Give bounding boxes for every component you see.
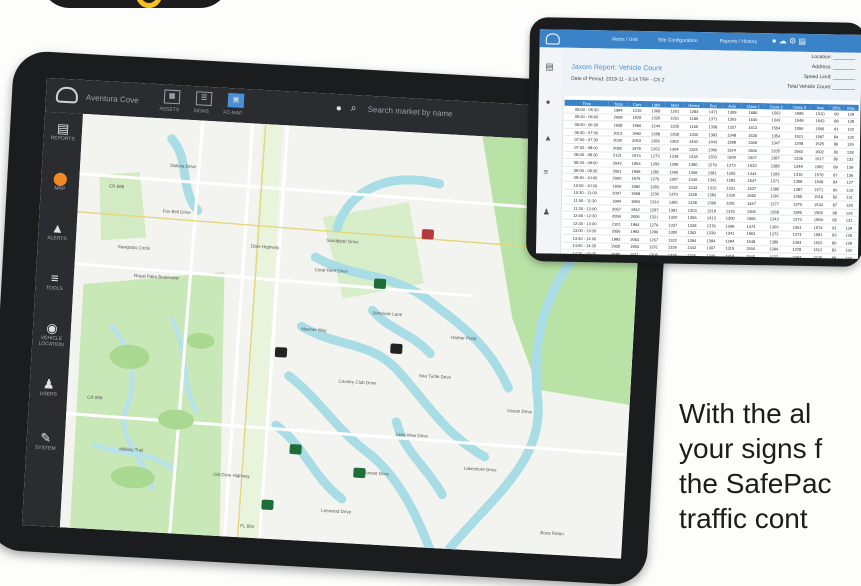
sign-marker[interactable] [374, 278, 387, 289]
report-screen: Alerts / Unit Site Configuration Reports… [536, 29, 861, 259]
caption-line: the SafePac [679, 466, 832, 501]
sliders-icon: ≡ [35, 270, 74, 287]
address-field: Address: ________ [812, 64, 855, 71]
caption-line: your signs f [679, 431, 832, 466]
sign-marker[interactable] [261, 499, 274, 510]
sidebar-item-label: SYSTEM [35, 445, 56, 452]
table-cell: 14:30 - 15:00 [562, 249, 606, 257]
assets-button[interactable]: ▦ [164, 89, 181, 104]
marketing-caption: With the al your signs f the SafePac tra… [679, 396, 832, 536]
table-cell: 15:00 - 15:30 [562, 257, 606, 259]
sign-marker[interactable] [289, 444, 302, 455]
sign-marker[interactable] [390, 343, 403, 354]
warning-icon[interactable]: ▲ [544, 133, 552, 142]
map-pin-icon: ⬤ [41, 170, 80, 187]
table-cell: 1325 [663, 251, 682, 259]
sidebar-item-label: TOOLS [46, 285, 63, 292]
report-tablet: Alerts / Unit Site Configuration Reports… [526, 17, 861, 267]
table-cell: 88 [827, 254, 841, 259]
users-icon[interactable]: ♟ [543, 207, 550, 216]
nav-site-configuration[interactable]: Site Configuration [658, 37, 698, 44]
map-label: CR 809 [87, 395, 103, 401]
grid-icon[interactable]: ▤ [545, 61, 554, 72]
users-icon: ♟ [29, 375, 68, 392]
signs-button[interactable]: ☰ [196, 91, 213, 106]
location-icon: ◉ [33, 319, 72, 336]
map-label: FL 804 [240, 523, 254, 529]
yellow-ring-icon [136, 0, 162, 8]
table-cell: 1349 [701, 252, 720, 259]
table-cell: 1545 [739, 253, 762, 259]
search-icon[interactable]: ⌕ [350, 103, 356, 114]
sign-marker[interactable] [422, 229, 435, 240]
signs-label: SIGNS [193, 108, 209, 115]
table-cell: 2080 [606, 250, 625, 258]
sidebar-item-alerts[interactable]: ▲ALERTS [38, 220, 77, 243]
cloud-logo-icon [546, 33, 560, 44]
sidebar-item-label: ALERTS [47, 235, 67, 242]
table-cell: 2011 [625, 251, 644, 259]
sidebar-item-label: REPORTS [50, 135, 74, 142]
info-icon[interactable]: ● [335, 103, 342, 114]
caption-line: With the al [679, 396, 832, 431]
table-cell: 1306 [644, 251, 663, 259]
table-cell: 2045 [606, 258, 625, 259]
sidebar-item-label: MAP [54, 185, 65, 192]
location-name: Aventura Cove [86, 93, 139, 105]
sign-marker[interactable] [353, 468, 366, 479]
nav-reports-history[interactable]: Reports / History [720, 38, 757, 45]
table-cell: 1346 [682, 252, 702, 259]
sliders-icon[interactable]: ≡ [543, 167, 548, 176]
map-pin-icon[interactable]: ● [546, 97, 551, 106]
map-view-button[interactable]: ▣ [228, 93, 245, 108]
search-input[interactable]: Search market by name [367, 105, 518, 127]
map-label: CR 888 [109, 183, 125, 189]
partial-device [40, 0, 230, 8]
table-cell: 1535 [808, 254, 827, 259]
total-vehicle-count-field: Total Vehicle Count: ________ [787, 84, 855, 91]
table-body: 05:00 - 05:30199412151368120112841471130… [562, 106, 859, 259]
report-period: Date of Period: 2019-11 - 9.14 TRF - CS … [571, 76, 665, 84]
table-cell: 1397 [785, 253, 808, 258]
sidebar-item-vehicle-location[interactable]: ◉VEHICLE LOCATION [32, 319, 71, 348]
report-header: Jaxom Report: Vehicle Count Date of Peri… [563, 48, 861, 101]
sidebar-item-label: VEHICLE LOCATION [38, 335, 63, 348]
sidebar-item-label: USERS [40, 391, 58, 398]
sidebar-item-users[interactable]: ♟USERS [29, 375, 68, 398]
sidebar-item-tools[interactable]: ≡TOOLS [35, 270, 74, 293]
table-cell: 1981 [625, 258, 644, 259]
table-cell: 1318 [720, 252, 739, 259]
report-title: Jaxom Report: Vehicle Count [571, 64, 662, 73]
vehicle-count-table: TimeTotalCarsLightMedHeavyBusAxleClass 1… [562, 100, 859, 259]
grid-icon: ▤ [44, 120, 83, 137]
table-cell: 1377 [762, 253, 785, 259]
sidebar-item-reports[interactable]: ▤REPORTS [43, 120, 82, 143]
location-field: Location: ________ [812, 54, 856, 61]
assets-label: ASSETS [159, 106, 179, 113]
report-sidebar: ▤ ● ▲ ≡ ♟ [536, 47, 565, 253]
nav-alerts[interactable]: Alerts / Unit [612, 37, 638, 43]
sidebar-item-map[interactable]: ⬤MAP [41, 170, 80, 193]
caption-line: traffic cont [679, 501, 832, 536]
settings-icon[interactable]: ● ☁ ⚙ ▤ [772, 36, 806, 46]
sign-marker[interactable] [275, 347, 288, 358]
speed-limit-field: Speed Limit: ________ [804, 74, 856, 81]
map-view-label: FC-MAP [223, 110, 242, 117]
table-cell: 128 [841, 254, 856, 259]
wrench-icon: ✎ [26, 429, 65, 446]
warning-icon: ▲ [38, 220, 77, 237]
cloud-logo-icon [56, 86, 79, 103]
sidebar-item-system[interactable]: ✎SYSTEM [26, 429, 65, 452]
